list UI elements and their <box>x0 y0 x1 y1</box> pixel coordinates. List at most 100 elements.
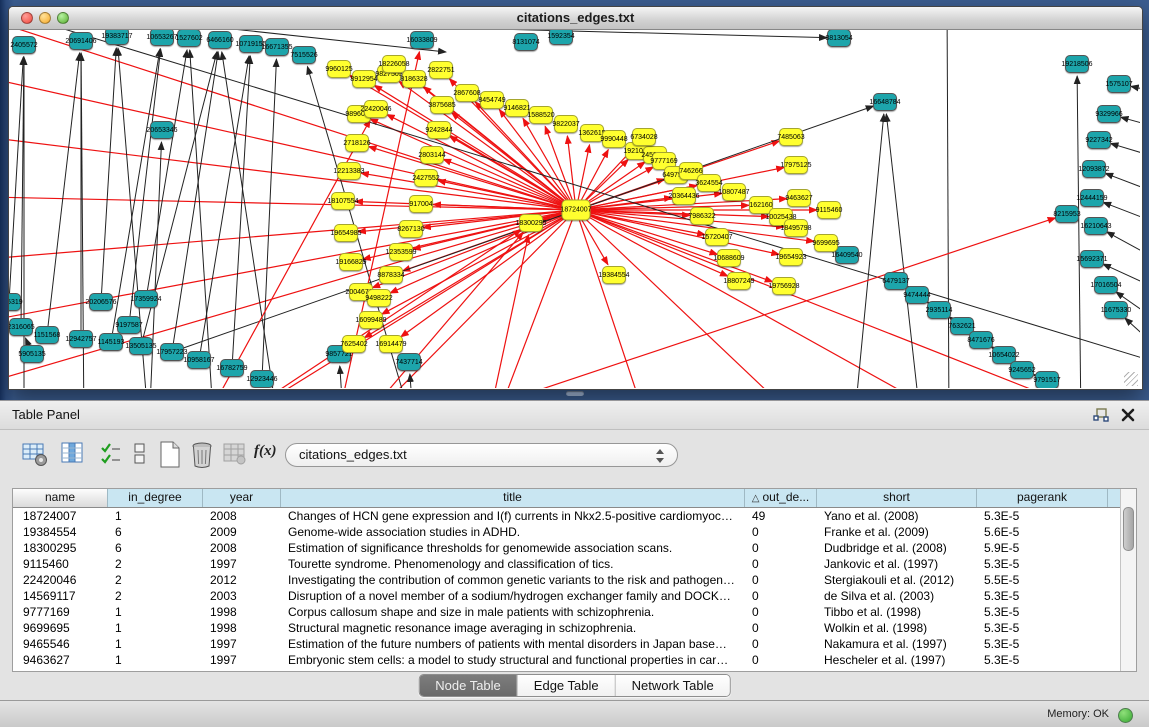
graph-edge[interactable] <box>947 30 949 388</box>
graph-node[interactable]: 18807249 <box>727 272 751 290</box>
graph-edge[interactable] <box>1103 202 1140 220</box>
graph-node[interactable]: 17359924 <box>134 290 158 308</box>
graph-node[interactable]: 20691406 <box>69 32 93 50</box>
graph-node[interactable]: 1588520 <box>529 106 553 124</box>
graph-node[interactable]: 9242844 <box>427 121 451 139</box>
graph-node[interactable]: 16782759 <box>220 359 244 377</box>
graph-node[interactable]: 1527602 <box>177 30 201 47</box>
checklist-icon[interactable] <box>100 441 122 467</box>
graph-node[interactable]: 9498222 <box>367 289 391 307</box>
graph-edge[interactable] <box>9 60 576 210</box>
graph-edge[interactable] <box>1110 143 1140 155</box>
graph-node[interactable]: 16914479 <box>379 335 403 353</box>
column-header-pagerank[interactable]: pagerank <box>977 489 1108 507</box>
graph-node[interactable]: 10807487 <box>722 183 746 201</box>
graph-node[interactable]: 10688609 <box>717 249 741 267</box>
graph-node[interactable]: 19384554 <box>602 266 626 284</box>
graph-node[interactable]: 17975125 <box>784 156 808 174</box>
graph-node[interactable]: 7986322 <box>690 207 714 225</box>
graph-node[interactable]: 7437714 <box>397 353 421 371</box>
graph-node[interactable]: 9960125 <box>327 60 351 78</box>
graph-node[interactable]: 9329966 <box>1097 105 1121 123</box>
close-panel-icon[interactable] <box>1121 408 1135 422</box>
column-header-short[interactable]: short <box>817 489 977 507</box>
graph-node[interactable]: 8267130 <box>399 220 423 238</box>
graph-edge[interactable] <box>146 50 187 299</box>
table-row[interactable]: 1872400712008Changes of HCN gene express… <box>13 508 1136 524</box>
graph-node[interactable]: 9227342 <box>1087 131 1111 149</box>
network-canvas[interactable]: 2405572206914061938371710653267152760264… <box>9 30 1140 388</box>
graph-node[interactable]: 12213383 <box>337 162 361 180</box>
table-row[interactable]: 969969511998Structural magnetic resonanc… <box>13 620 1136 636</box>
graph-node[interactable]: 9463627 <box>787 189 811 207</box>
graph-node[interactable]: 1575107 <box>1107 75 1131 93</box>
graph-node[interactable]: 3624554 <box>697 174 721 192</box>
table-row[interactable]: 1456911722003Disruption of a novel membe… <box>13 588 1136 604</box>
graph-node[interactable]: 1592354 <box>549 30 573 45</box>
pane-splitter-handle[interactable] <box>566 391 584 396</box>
graph-node[interactable]: 18495798 <box>784 219 808 237</box>
graph-node[interactable]: 17016504 <box>1094 276 1118 294</box>
graph-node[interactable]: 19654985 <box>334 224 358 242</box>
graph-node[interactable]: 9045319 <box>9 293 21 311</box>
graph-node[interactable]: 9990448 <box>602 130 626 148</box>
graph-node[interactable]: 9197587 <box>117 316 141 334</box>
table-row[interactable]: 2242004622012Investigating the contribut… <box>13 572 1136 588</box>
window-titlebar[interactable]: citations_edges.txt <box>9 7 1142 30</box>
graph-node[interactable]: 6466160 <box>208 31 232 49</box>
graph-edge[interactable] <box>1121 117 1140 125</box>
graph-node[interactable]: 7625402 <box>342 335 366 353</box>
graph-node[interactable]: 16033809 <box>410 31 434 49</box>
table-row[interactable]: 1830029562008Estimation of significance … <box>13 540 1136 556</box>
graph-node[interactable]: 19383717 <box>105 30 129 45</box>
graph-node[interactable]: 8813054 <box>827 30 851 47</box>
table-select-dropdown[interactable]: citations_edges.txt <box>285 443 678 467</box>
graph-node[interactable]: 9146821 <box>505 99 529 117</box>
graph-node[interactable]: 8912954 <box>352 70 376 88</box>
graph-node[interactable]: 12093872 <box>1082 160 1106 178</box>
graph-node[interactable]: 1151568 <box>35 326 59 344</box>
graph-node[interactable]: 12923446 <box>250 370 274 388</box>
graph-node[interactable]: 20364436 <box>672 187 696 205</box>
graph-node[interactable]: 19218506 <box>1065 55 1089 73</box>
graph-node[interactable]: 8471676 <box>969 331 993 349</box>
graph-edge[interactable] <box>129 49 161 325</box>
graph-node[interactable]: 5905135 <box>20 345 44 363</box>
graph-edge[interactable] <box>9 57 23 302</box>
graph-edge[interactable] <box>1125 318 1140 340</box>
graph-node[interactable]: 12353599 <box>389 243 413 261</box>
graph-edge[interactable] <box>9 195 576 210</box>
graph-node[interactable]: 16210643 <box>1084 217 1108 235</box>
graph-edge[interactable] <box>374 85 576 210</box>
graph-node[interactable]: 10653267 <box>150 30 174 46</box>
scrollbar-thumb[interactable] <box>1123 507 1134 551</box>
graph-node[interactable]: 18300295 <box>519 214 543 232</box>
table-row[interactable]: 1938455462009Genome-wide association stu… <box>13 524 1136 540</box>
graph-edge[interactable] <box>101 48 116 302</box>
graph-node[interactable]: 18107554 <box>331 192 355 210</box>
graph-node[interactable]: 9822037 <box>554 115 578 133</box>
table-row[interactable]: 946554611997Estimation of the future num… <box>13 636 1136 652</box>
table-columns-icon[interactable] <box>60 441 86 467</box>
rows-icon[interactable] <box>133 441 147 467</box>
graph-node[interactable]: 16671355 <box>265 38 289 56</box>
column-header-name[interactable]: name <box>13 489 108 507</box>
graph-node[interactable]: 6479137 <box>884 272 908 290</box>
graph-node[interactable]: 9791517 <box>1035 371 1059 388</box>
graph-node[interactable]: 9245652 <box>1010 361 1034 379</box>
zoom-window-button[interactable] <box>57 12 69 24</box>
graph-node[interactable]: 20653346 <box>150 121 174 139</box>
graph-edge[interactable] <box>1105 173 1140 190</box>
graph-node[interactable]: 18724007 <box>562 200 591 221</box>
graph-node[interactable]: 9474444 <box>905 286 929 304</box>
graph-node[interactable]: 6734028 <box>632 128 656 146</box>
graph-node[interactable]: 7485063 <box>779 128 803 146</box>
graph-node[interactable]: 15692371 <box>1080 250 1104 268</box>
column-header-title[interactable]: title <box>281 489 745 507</box>
graph-node[interactable]: 20206576 <box>89 293 113 311</box>
graph-node[interactable]: 22420046 <box>364 100 388 118</box>
tab-node-table[interactable]: Node Table <box>419 675 518 696</box>
vertical-scrollbar[interactable] <box>1120 489 1136 671</box>
graph-node[interactable]: 2822751 <box>429 61 453 79</box>
column-header-in-degree[interactable]: in_degree <box>108 489 203 507</box>
